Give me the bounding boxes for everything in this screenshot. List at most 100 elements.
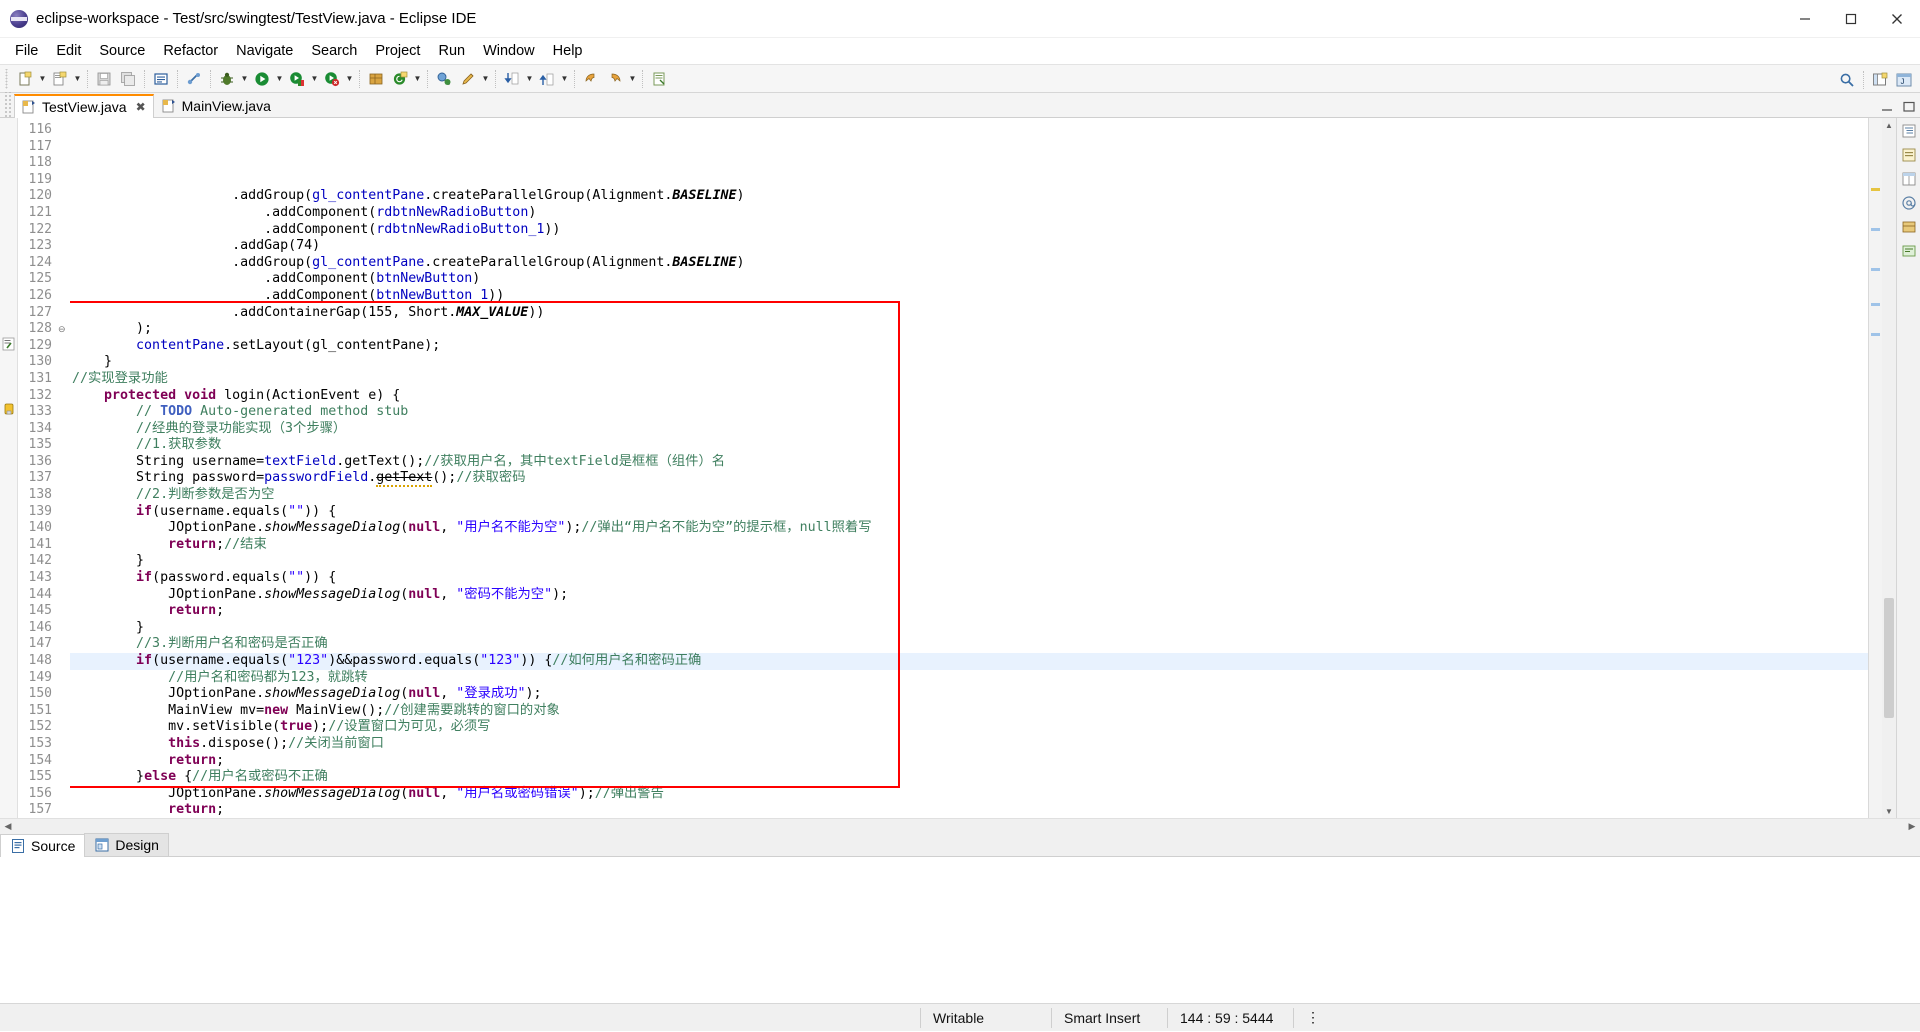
coverage-icon[interactable] <box>286 68 308 90</box>
code-line[interactable]: //3.判断用户名和密码是否正确 <box>70 636 1868 653</box>
print-icon[interactable] <box>150 68 172 90</box>
up-arrow-dropdown-arrow[interactable]: ▼ <box>559 68 570 90</box>
hscroll-right-arrow[interactable]: ▶ <box>1904 821 1920 832</box>
minimize-button[interactable] <box>1782 0 1828 38</box>
code-line[interactable]: .addComponent(btnNewButton_1)) <box>70 288 1868 305</box>
search-icon[interactable] <box>1836 69 1858 91</box>
new-file-dropdown-arrow[interactable]: ▼ <box>37 68 48 90</box>
forward-arrow-icon[interactable] <box>604 68 626 90</box>
code-line[interactable]: .addGroup(gl_contentPane.createParallelG… <box>70 255 1868 272</box>
menu-navigate[interactable]: Navigate <box>227 39 302 63</box>
code-line[interactable]: JOptionPane.showMessageDialog(null, "用户名… <box>70 520 1868 537</box>
code-editor[interactable]: 1161171181191201211221231241251261271281… <box>0 118 1920 818</box>
editor-vertical-scrollbar[interactable]: ▲ ▼ <box>1882 118 1896 818</box>
menu-file[interactable]: File <box>6 39 47 63</box>
code-line[interactable]: MainView mv=new MainView();//创建需要跳转的窗口的对… <box>70 703 1868 720</box>
menu-help[interactable]: Help <box>544 39 592 63</box>
menu-search[interactable]: Search <box>302 39 366 63</box>
code-line[interactable]: return; <box>70 802 1868 818</box>
editor-tab-mainview[interactable]: MainView.java <box>154 93 279 117</box>
coverage-dropdown-arrow[interactable]: ▼ <box>309 68 320 90</box>
properties-icon[interactable] <box>1900 170 1918 188</box>
down-arrow-icon[interactable] <box>501 68 523 90</box>
code-line[interactable]: } <box>70 620 1868 637</box>
hscroll-left-arrow[interactable]: ◀ <box>0 821 16 832</box>
scroll-down-arrow[interactable]: ▼ <box>1882 804 1896 818</box>
pencil-icon[interactable] <box>457 68 479 90</box>
overview-ruler[interactable] <box>1868 118 1882 818</box>
code-line[interactable]: .addContainerGap(155, Short.MAX_VALUE)) <box>70 305 1868 322</box>
outline-view-icon[interactable] <box>1900 122 1918 140</box>
menu-edit[interactable]: Edit <box>47 39 90 63</box>
new-class-icon[interactable] <box>49 68 71 90</box>
java-perspective-icon[interactable]: J <box>1893 69 1915 91</box>
code-line[interactable]: JOptionPane.showMessageDialog(null, "登录成… <box>70 686 1868 703</box>
debug-bug-icon[interactable] <box>216 68 238 90</box>
scroll-up-arrow[interactable]: ▲ <box>1882 118 1896 132</box>
tab-source[interactable]: Source <box>0 834 85 857</box>
save-icon[interactable] <box>93 68 115 90</box>
new-file-icon[interactable] <box>14 68 36 90</box>
code-line[interactable]: //经典的登录功能实现（3个步骤） <box>70 421 1868 438</box>
editor-marker-bar[interactable] <box>0 118 18 818</box>
save-all-icon[interactable] <box>117 68 139 90</box>
code-line[interactable]: //2.判断参数是否为空 <box>70 487 1868 504</box>
code-line[interactable]: }else {//用户名或密码不正确 <box>70 769 1868 786</box>
link-icon[interactable] <box>183 68 205 90</box>
new-package-icon[interactable] <box>365 68 387 90</box>
code-content[interactable]: .addGroup(gl_contentPane.createParallelG… <box>70 118 1868 818</box>
debug-dropdown-arrow[interactable]: ▼ <box>239 68 250 90</box>
code-line[interactable]: .addComponent(rdbtnNewRadioButton) <box>70 205 1868 222</box>
external-tools-icon[interactable] <box>321 68 343 90</box>
menu-source[interactable]: Source <box>90 39 154 63</box>
run-green-icon[interactable] <box>251 68 273 90</box>
menu-run[interactable]: Run <box>429 39 474 63</box>
quick-fix-marker[interactable] <box>2 337 16 351</box>
pin-icon[interactable] <box>648 68 670 90</box>
code-line[interactable]: .addComponent(rdbtnNewRadioButton_1)) <box>70 222 1868 239</box>
down-arrow-dropdown-arrow[interactable]: ▼ <box>524 68 535 90</box>
close-button[interactable] <box>1874 0 1920 38</box>
close-icon[interactable]: ✖ <box>136 100 146 114</box>
code-line[interactable]: protected void login(ActionEvent e) { <box>70 388 1868 405</box>
code-line[interactable]: String password=passwordField.getText();… <box>70 470 1868 487</box>
snippets-icon[interactable] <box>1900 242 1918 260</box>
warning-marker[interactable] <box>3 403 16 416</box>
external-tools-dropdown-arrow[interactable]: ▼ <box>344 68 355 90</box>
code-line[interactable]: if(username.equals("")) { <box>70 504 1868 521</box>
minimize-view-icon[interactable] <box>1880 101 1894 113</box>
menu-window[interactable]: Window <box>474 39 544 63</box>
new-annotation-dropdown-arrow[interactable]: ▼ <box>412 68 423 90</box>
code-line[interactable]: String username=textField.getText();//获取… <box>70 454 1868 471</box>
up-arrow-icon[interactable] <box>536 68 558 90</box>
run-dropdown-arrow[interactable]: ▼ <box>274 68 285 90</box>
code-line[interactable]: //1.获取参数 <box>70 437 1868 454</box>
code-line[interactable]: if(password.equals("")) { <box>70 570 1868 587</box>
maximize-view-icon[interactable] <box>1902 101 1916 113</box>
package-explorer-icon[interactable] <box>1900 218 1918 236</box>
fold-marker[interactable]: ⊖ <box>58 321 70 338</box>
at-symbol-icon[interactable] <box>1900 194 1918 212</box>
back-dropdown-arrow[interactable]: ▼ <box>627 68 638 90</box>
code-line[interactable]: // TODO Auto-generated method stub <box>70 404 1868 421</box>
maximize-button[interactable] <box>1828 0 1874 38</box>
code-line[interactable]: contentPane.setLayout(gl_contentPane); <box>70 338 1868 355</box>
editor-horizontal-scrollbar[interactable]: ◀ ▶ <box>0 818 1920 833</box>
editor-tab-grip[interactable] <box>3 92 12 117</box>
open-type-icon[interactable] <box>433 68 455 90</box>
menu-project[interactable]: Project <box>366 39 429 63</box>
code-line[interactable]: //用户名和密码都为123，就跳转 <box>70 670 1868 687</box>
new-class-dropdown-arrow[interactable]: ▼ <box>72 68 83 90</box>
code-line[interactable]: if(username.equals("123")&&password.equa… <box>70 653 1868 670</box>
code-line[interactable]: mv.setVisible(true);//设置窗口为可见，必须写 <box>70 719 1868 736</box>
toolbar-grip[interactable] <box>4 69 11 89</box>
tab-design[interactable]: Design <box>84 833 169 856</box>
code-line[interactable]: .addGroup(gl_contentPane.createParallelG… <box>70 188 1868 205</box>
code-line[interactable]: .addGap(74) <box>70 238 1868 255</box>
code-line[interactable]: JOptionPane.showMessageDialog(null, "用户名… <box>70 786 1868 803</box>
back-arrow-icon[interactable] <box>580 68 602 90</box>
menu-refactor[interactable]: Refactor <box>154 39 227 63</box>
code-line[interactable]: } <box>70 354 1868 371</box>
code-line[interactable]: this.dispose();//关闭当前窗口 <box>70 736 1868 753</box>
code-line[interactable]: ); <box>70 321 1868 338</box>
